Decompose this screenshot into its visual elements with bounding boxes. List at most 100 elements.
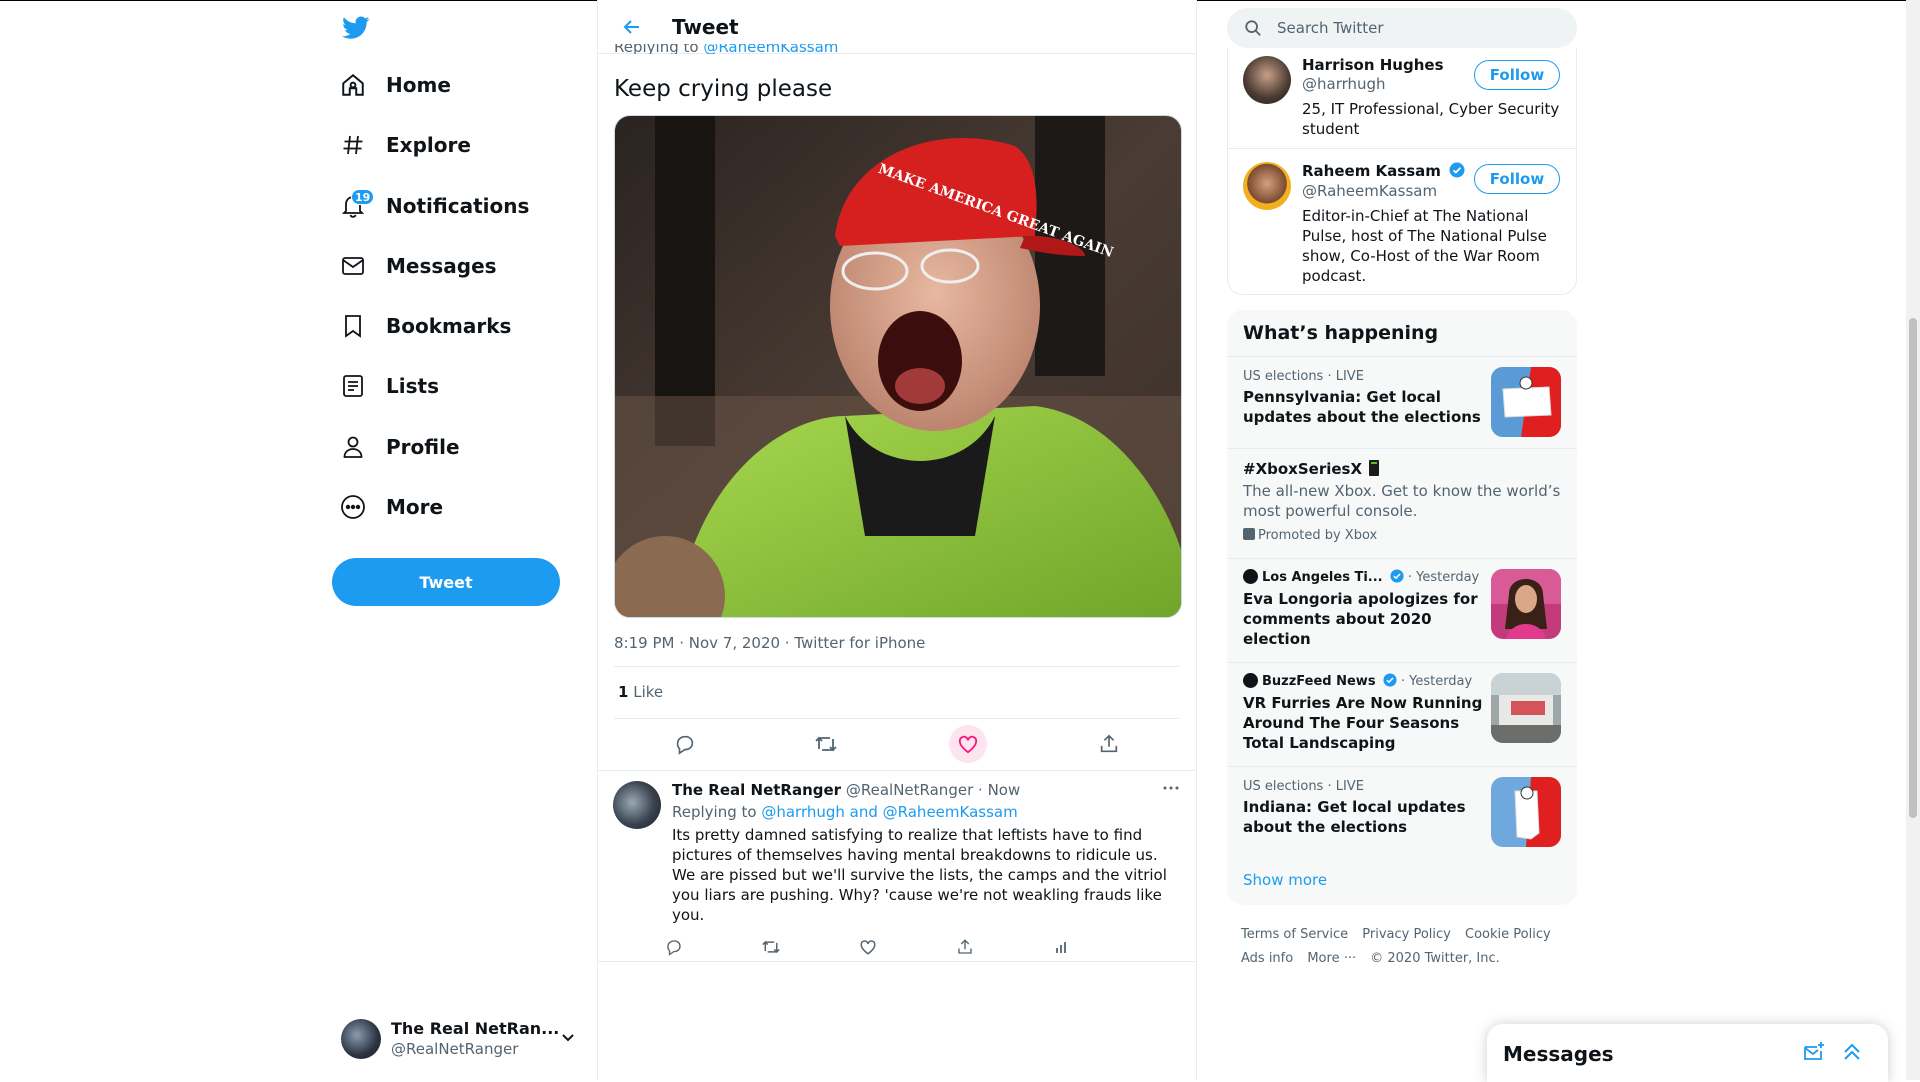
footer-link[interactable]: Ads info — [1241, 951, 1293, 966]
news-photo-thumbnail — [1491, 569, 1561, 639]
nav-messages[interactable]: Messages — [340, 242, 497, 290]
tweet-actions — [614, 724, 1180, 764]
avatar[interactable] — [1243, 162, 1291, 210]
new-message-icon[interactable] — [1802, 1040, 1826, 1068]
trend-time: · Yesterday — [1400, 674, 1473, 689]
replying-handle-link[interactable]: @RaheemKassam — [703, 44, 838, 54]
search-box[interactable] — [1227, 8, 1577, 48]
nav-more[interactable]: More — [340, 483, 443, 531]
notifications-badge: 19 — [351, 189, 375, 205]
avatar[interactable] — [1243, 56, 1291, 104]
footer-link[interactable]: Privacy Policy — [1362, 927, 1451, 942]
footer-more-link[interactable]: More ··· — [1307, 951, 1356, 966]
page-scrollbar[interactable] — [1906, 0, 1920, 1080]
trend-item[interactable]: Los Angeles Ti... · Yesterday Eva Longor… — [1227, 558, 1577, 662]
retweet-icon[interactable] — [807, 725, 845, 763]
trend-item-promoted[interactable]: #XboxSeriesX The all-new Xbox. Get to kn… — [1227, 448, 1577, 558]
reply-author-name[interactable]: The Real NetRanger — [672, 781, 841, 799]
back-arrow-icon[interactable] — [612, 7, 652, 47]
who-to-follow-panel: Harrison Hughes @harrhugh 25, IT Profess… — [1227, 48, 1577, 295]
show-more-link[interactable]: Show more — [1243, 871, 1327, 889]
scrollbar-thumb[interactable] — [1909, 318, 1917, 818]
share-icon[interactable] — [1090, 725, 1128, 763]
trend-context: BuzzFeed News · Yesterday — [1243, 673, 1472, 691]
verified-badge-icon — [1383, 673, 1397, 691]
reply-actions — [658, 931, 1078, 963]
trend-context: Los Angeles Ti... · Yesterday — [1243, 569, 1479, 587]
likes-count[interactable]: 1 Like — [618, 683, 663, 701]
replying-to-link[interactable]: @harrhugh and @RaheemKassam — [761, 803, 1017, 821]
nav-messages-label: Messages — [386, 254, 497, 278]
page-title: Tweet — [672, 14, 739, 39]
twitter-logo-icon[interactable] — [340, 12, 372, 44]
trend-item[interactable]: BuzzFeed News · Yesterday VR Furries Are… — [1227, 662, 1577, 766]
nav-notifications[interactable]: 19 Notifications — [340, 182, 529, 230]
bookmark-icon — [340, 313, 366, 339]
nav-more-label: More — [386, 495, 444, 519]
verified-badge-icon — [1390, 569, 1404, 587]
home-icon — [340, 72, 366, 98]
like-icon[interactable] — [948, 725, 987, 763]
nav-profile[interactable]: Profile — [340, 423, 460, 471]
retweet-icon[interactable] — [755, 931, 787, 963]
trend-source: BuzzFeed News — [1262, 674, 1376, 689]
account-handle: @RealNetRanger — [391, 1040, 519, 1058]
avatar[interactable] — [613, 781, 661, 829]
indiana-map-thumbnail — [1491, 777, 1561, 847]
follow-suggestion[interactable]: Harrison Hughes @harrhugh 25, IT Profess… — [1228, 48, 1576, 148]
account-switcher[interactable]: The Real NetRan... @RealNetRanger — [341, 1016, 581, 1062]
trend-hashtag: #XboxSeriesX — [1243, 460, 1363, 478]
footer-links: Terms of Service Privacy Policy Cookie P… — [1241, 923, 1571, 971]
divider — [614, 718, 1180, 719]
copyright: © 2020 Twitter, Inc. — [1370, 951, 1500, 966]
nav-bookmarks[interactable]: Bookmarks — [340, 302, 511, 350]
search-icon — [1243, 18, 1263, 38]
suggestion-name[interactable]: Raheem Kassam — [1302, 162, 1465, 182]
news-photo-thumbnail — [1491, 673, 1561, 743]
more-options-icon[interactable] — [1162, 779, 1180, 801]
nav-explore[interactable]: Explore — [340, 121, 471, 169]
follow-suggestion[interactable]: Raheem Kassam @RaheemKassam Editor-in-Ch… — [1228, 152, 1576, 292]
whats-happening-panel: What’s happening US elections · LIVE Pen… — [1227, 310, 1577, 905]
replying-prefix: Replying to — [672, 803, 762, 821]
chevron-down-icon — [559, 1028, 577, 1050]
analytics-icon[interactable] — [1046, 931, 1078, 963]
reply-author-handle[interactable]: @RealNetRanger — [846, 781, 973, 799]
promoted-label: Promoted by Xbox — [1243, 528, 1377, 543]
reply-icon[interactable] — [666, 725, 704, 763]
nav-home[interactable]: Home — [340, 61, 451, 109]
reply-text: Its pretty damned satisfying to realize … — [672, 826, 1167, 924]
trend-title: Eva Longoria apologizes for comments abo… — [1243, 590, 1478, 648]
footer-link[interactable]: Cookie Policy — [1465, 927, 1551, 942]
likes-number: 1 — [618, 683, 629, 701]
chevron-up-icon[interactable] — [1840, 1040, 1864, 1068]
more-circle-icon — [340, 494, 366, 520]
messages-drawer-title: Messages — [1503, 1042, 1614, 1066]
messages-drawer[interactable]: Messages — [1487, 1024, 1888, 1082]
compose-tweet-button[interactable]: Tweet — [332, 558, 560, 606]
tweet-timestamp[interactable]: 8:19 PM · Nov 7, 2020 · Twitter for iPho… — [614, 634, 925, 652]
search-input[interactable] — [1277, 19, 1557, 37]
trend-title: Pennsylvania: Get local updates about th… — [1243, 388, 1481, 426]
trend-item[interactable]: US elections · LIVE Indiana: Get local u… — [1227, 766, 1577, 858]
tweet-image[interactable]: MAKE AMERICA GREAT AGAIN — [614, 115, 1182, 618]
nav-profile-label: Profile — [386, 435, 460, 459]
hashtag-icon — [340, 132, 366, 158]
verified-badge-icon — [1449, 162, 1465, 182]
share-icon[interactable] — [949, 931, 981, 963]
envelope-icon — [340, 253, 366, 279]
list-icon — [340, 373, 366, 399]
nav-explore-label: Explore — [386, 133, 471, 157]
follow-button[interactable]: Follow — [1474, 164, 1560, 194]
follow-button[interactable]: Follow — [1474, 60, 1560, 90]
reply-replying-to: Replying to @harrhugh and @RaheemKassam — [672, 803, 1018, 821]
reply-time: · Now — [978, 781, 1021, 799]
reply-tweet[interactable]: The Real NetRanger @RealNetRanger · Now … — [598, 770, 1196, 962]
nav-lists[interactable]: Lists — [340, 362, 439, 410]
suggestion-name[interactable]: Harrison Hughes — [1302, 56, 1444, 74]
trend-item[interactable]: US elections · LIVE Pennsylvania: Get lo… — [1227, 356, 1577, 448]
reply-icon[interactable] — [658, 931, 690, 963]
like-icon[interactable] — [852, 931, 884, 963]
footer-link[interactable]: Terms of Service — [1241, 927, 1348, 942]
replying-prefix: Replying to — [614, 44, 704, 54]
